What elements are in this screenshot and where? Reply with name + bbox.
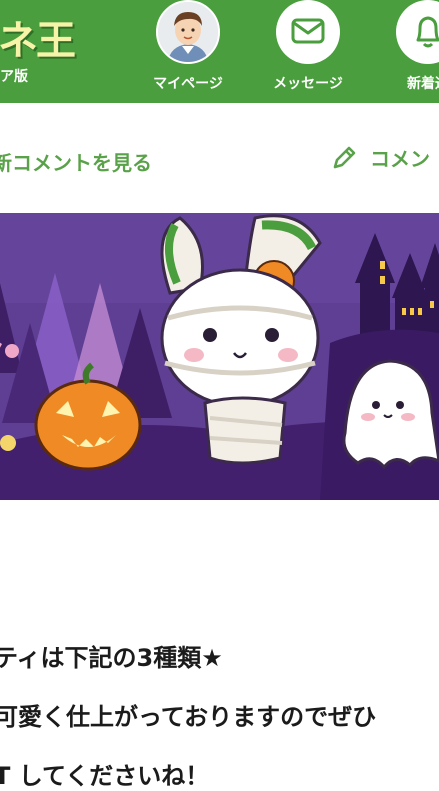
comment-bar: 新コメントを見る コメン <box>0 103 439 213</box>
halloween-illustration <box>0 213 439 500</box>
nav-messages-circle <box>276 0 340 64</box>
logo-subtitle: ア版 <box>0 69 28 85</box>
logo-text: ネ王 <box>0 18 76 64</box>
article-line-3: T してくださいね！ <box>0 762 210 790</box>
nav-notifications-circle <box>396 0 439 64</box>
write-comment-link[interactable]: コメン <box>330 143 430 172</box>
halloween-banner <box>0 213 439 500</box>
app-header: ネ王 ア版 マイページ メッセージ 新着 <box>0 0 439 103</box>
article-line-2: 可愛く仕上がっておりますのでぜひ <box>0 703 377 731</box>
site-logo[interactable]: ネ王 ア版 <box>0 0 90 85</box>
user-avatar-icon <box>158 2 218 62</box>
bell-icon <box>416 16 439 48</box>
nav-messages-label: メッセージ <box>273 76 343 92</box>
nav-notifications-label: 新着通 <box>407 76 439 92</box>
avatar <box>156 0 220 64</box>
write-comment-label: コメン <box>370 147 430 171</box>
nav-mypage[interactable]: マイページ <box>138 0 238 103</box>
article-body: ティは下記の3種類★ 可愛く仕上がっておりますのでぜひ T してくださいね！ <box>0 500 439 790</box>
article-line-1: ティは下記の3種類★ <box>0 644 223 672</box>
nav-mypage-label: マイページ <box>153 76 223 92</box>
nav-messages[interactable]: メッセージ <box>258 0 358 103</box>
nav-notifications[interactable]: 新着通 <box>378 0 439 103</box>
latest-comments-link[interactable]: 新コメントを見る <box>0 147 152 176</box>
envelope-icon <box>291 18 325 44</box>
pencil-icon <box>333 146 356 168</box>
